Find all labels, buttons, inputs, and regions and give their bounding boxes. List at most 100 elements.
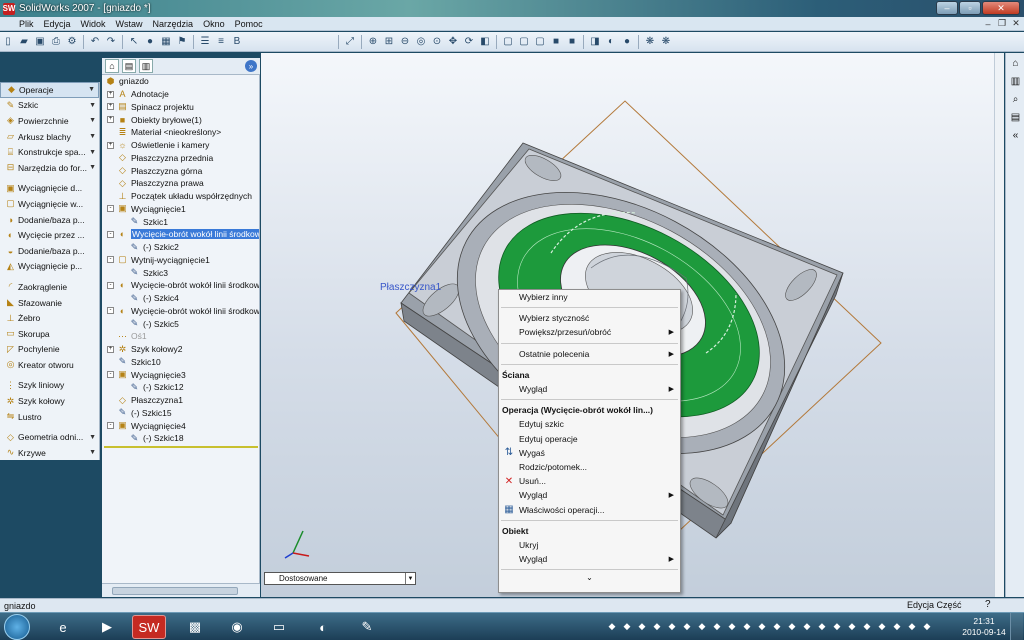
tree-item[interactable]: - ▣ Wyciągnięcie4 xyxy=(102,419,259,432)
menu-wstaw[interactable]: Wstaw xyxy=(111,19,148,29)
tray-icon[interactable]: ◆ xyxy=(666,620,678,632)
tray-icon[interactable]: ◆ xyxy=(741,620,753,632)
tray-icon[interactable]: ◆ xyxy=(636,620,648,632)
command-item[interactable]: ✲ Szyk kołowy xyxy=(0,393,99,409)
tree-item[interactable]: ◇ Płaszczyzna przednia xyxy=(102,152,259,165)
context-menu-item[interactable]: Wygląd ▶ xyxy=(499,382,680,396)
expand-icon[interactable]: + xyxy=(107,141,114,149)
maximize-button[interactable]: ▫ xyxy=(959,1,981,15)
tree-item[interactable]: - ▣ Wyciągnięcie3 xyxy=(102,368,259,381)
tree-item[interactable]: ✎ (-) Szkic4 xyxy=(102,292,259,305)
chevron-down-icon[interactable]: ▼ xyxy=(89,149,96,156)
command-item[interactable]: ◑ Dodanie/baza p... xyxy=(0,212,99,228)
list-icon[interactable]: ≡ xyxy=(214,35,228,49)
tray-icon[interactable]: ◆ xyxy=(771,620,783,632)
command-item[interactable]: ◐ Wycięcie przez ... xyxy=(0,227,99,243)
command-item[interactable]: ▭ Skorupa xyxy=(0,326,99,342)
tree-item[interactable]: ◇ Płaszczyzna prawa xyxy=(102,177,259,190)
hidden-removed-icon[interactable]: ▢ xyxy=(533,35,547,49)
app-task-icon[interactable]: ▩ xyxy=(178,615,212,639)
collapse-icon[interactable]: - xyxy=(107,256,114,264)
chevron-down-icon[interactable]: ▼ xyxy=(89,133,96,140)
rebuild-icon[interactable]: ⚙ xyxy=(65,35,79,49)
expand-icon[interactable]: + xyxy=(107,116,114,124)
context-menu-item[interactable]: Edytuj szkic xyxy=(499,417,680,431)
resources-icon[interactable]: ⌂ xyxy=(1008,56,1023,71)
command-item[interactable]: ⊥ Żebro xyxy=(0,310,99,326)
tree-item[interactable]: + ☼ Oświetlenie i kamery xyxy=(102,139,259,152)
photoworks-icon[interactable]: ❋ xyxy=(643,35,657,49)
tree-item[interactable]: - ◐ Wycięcie-obrót wokół linii środkowej xyxy=(102,228,259,241)
menu-plik[interactable]: Plik xyxy=(14,19,39,29)
doc-minimize-button[interactable]: – xyxy=(982,18,994,29)
tray-icon[interactable]: ◆ xyxy=(831,620,843,632)
context-menu-item[interactable]: Powiększ/przesuń/obróć ▶ xyxy=(499,325,680,339)
tree-item[interactable]: ✎ Szkic1 xyxy=(102,215,259,228)
context-menu-item[interactable]: Wygląd ▶ xyxy=(499,488,680,502)
tray-icon[interactable]: ◆ xyxy=(726,620,738,632)
chevron-down-icon[interactable]: ▼ xyxy=(89,434,96,441)
command-item[interactable]: ▣ Wyciągnięcie d... xyxy=(0,181,99,197)
collapse-icon[interactable]: - xyxy=(107,230,114,238)
tree-item[interactable]: - ▢ Wytnij-wyciągnięcie1 xyxy=(102,254,259,267)
tray-icon[interactable]: ◆ xyxy=(696,620,708,632)
close-button[interactable]: ✕ xyxy=(982,1,1020,15)
chevron-down-icon[interactable]: ▼ xyxy=(88,86,95,93)
shaded-edges-icon[interactable]: ■ xyxy=(549,35,563,49)
view-orient-icon[interactable]: ⤢ xyxy=(343,35,357,49)
tray-icon[interactable]: ◆ xyxy=(711,620,723,632)
tree-item[interactable]: - ◐ Wycięcie-obrót wokół linii środkowej xyxy=(102,279,259,292)
tree-item[interactable]: - ◐ Wycięcie-obrót wokół linii środkowej xyxy=(102,305,259,318)
rotate-icon[interactable]: ✥ xyxy=(446,35,460,49)
doc-close-button[interactable]: ✕ xyxy=(1010,18,1022,29)
configuration-tab-icon[interactable]: ▥ xyxy=(139,59,153,73)
tree-item[interactable]: ✎ (-) Szkic5 xyxy=(102,317,259,330)
collapse-icon[interactable]: - xyxy=(107,205,114,213)
menu-widok[interactable]: Widok xyxy=(76,19,111,29)
show-desktop-button[interactable] xyxy=(1010,613,1023,640)
doc-restore-button[interactable]: ❐ xyxy=(996,18,1008,29)
tree-item[interactable]: ⬢ gniazdo xyxy=(102,75,259,88)
chevron-down-icon[interactable]: ▼ xyxy=(89,164,96,171)
tray-icon[interactable]: ◆ xyxy=(606,620,618,632)
grid-icon[interactable]: ▦ xyxy=(159,35,173,49)
tray-icon[interactable]: ◆ xyxy=(816,620,828,632)
appearance-icon[interactable]: ◐ xyxy=(604,35,618,49)
media-player-icon[interactable]: ▶ xyxy=(90,615,124,639)
tray-icon[interactable]: ◆ xyxy=(891,620,903,632)
rollback-bar[interactable] xyxy=(104,446,258,448)
zoom-selection-icon[interactable]: ⊙ xyxy=(430,35,444,49)
wireframe-icon[interactable]: ▢ xyxy=(501,35,515,49)
tree-item[interactable]: + A Adnotacje xyxy=(102,88,259,101)
tray-icon[interactable]: ◆ xyxy=(651,620,663,632)
context-menu-item[interactable]: Wygląd ▶ xyxy=(499,552,680,566)
chevron-down-icon[interactable]: ▼ xyxy=(405,573,415,584)
realview-icon[interactable]: ● xyxy=(620,35,634,49)
tray-icon[interactable]: ◆ xyxy=(876,620,888,632)
select-icon[interactable]: ↖ xyxy=(127,35,141,49)
menu-narzedzia[interactable]: Narzędzia xyxy=(148,19,199,29)
zoom-fit-icon[interactable]: ⊕ xyxy=(366,35,380,49)
tree-item[interactable]: ✎ Szkic3 xyxy=(102,266,259,279)
collapse-icon[interactable]: - xyxy=(107,371,114,379)
tree-item[interactable]: + ■ Obiekty bryłowe(1) xyxy=(102,113,259,126)
design-library-icon[interactable]: ▥ xyxy=(1008,74,1023,89)
paint-icon[interactable]: ✎ xyxy=(350,615,384,639)
context-menu-item[interactable]: Rodzic/potomek... xyxy=(499,460,680,474)
tray-icon[interactable]: ◆ xyxy=(921,620,933,632)
chevron-down-icon[interactable]: ▼ xyxy=(89,102,96,109)
graphics-vertical-scrollbar[interactable] xyxy=(994,53,1004,597)
font-icon[interactable]: B xyxy=(230,35,244,49)
view-config-select[interactable]: Dostosowane ▼ xyxy=(264,572,416,585)
context-menu-item[interactable]: ✕ Usuń... xyxy=(499,474,680,488)
command-item[interactable]: ◭ Wyciągnięcie p... xyxy=(0,259,99,275)
tree-horizontal-scrollbar[interactable] xyxy=(102,583,260,597)
expand-icon[interactable]: + xyxy=(107,90,114,98)
command-item[interactable]: ⋮ Szyk liniowy xyxy=(0,378,99,394)
expand-icon[interactable]: + xyxy=(107,345,114,353)
tray-icon[interactable]: ◆ xyxy=(786,620,798,632)
context-menu-item[interactable]: Wybierz inny xyxy=(499,290,680,304)
tree-item[interactable]: ◇ Płaszczyzna1 xyxy=(102,394,259,407)
command-item[interactable]: ◜ Zaokrąglenie xyxy=(0,279,99,295)
command-item[interactable]: ◆ Operacje ▼ xyxy=(0,82,99,98)
